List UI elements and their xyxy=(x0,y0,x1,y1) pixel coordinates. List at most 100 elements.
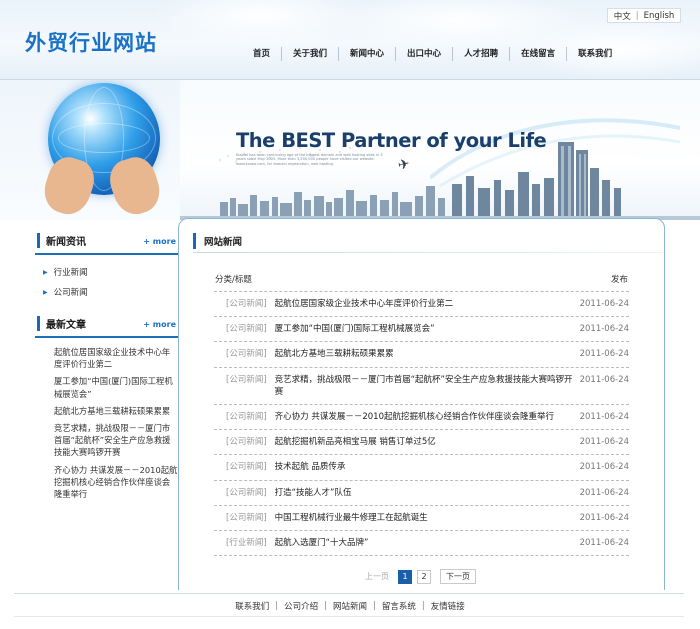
row-category[interactable]: [公司新闻] xyxy=(226,298,267,310)
news-more-link[interactable]: + more xyxy=(143,237,176,246)
row-date: 2011-06-24 xyxy=(579,538,629,549)
row-category[interactable]: [公司新闻] xyxy=(226,487,267,499)
nav-export[interactable]: 出口中心 xyxy=(396,46,452,62)
footer-separator: | xyxy=(373,601,376,611)
nav-jobs[interactable]: 人才招聘 xyxy=(453,46,509,62)
row-category[interactable]: [公司新闻] xyxy=(226,461,267,473)
row-title-link[interactable]: 起航北方基地三载耕耘硕果累累 xyxy=(275,348,394,360)
row-title-link[interactable]: 打造“技能人才”队伍 xyxy=(275,487,352,499)
category-label: 公司新闻 xyxy=(53,288,88,298)
row-date: 2011-06-24 xyxy=(579,512,629,523)
table-row[interactable]: [公司新闻] 起航挖掘机新品亮相宝马展 销售订单过5亿 2011-06-24 xyxy=(214,430,629,456)
main-nav: 首页 关于我们 新闻中心 出口中心 人才招聘 在线留言 联系我们 xyxy=(242,46,623,62)
row-date: 2011-06-24 xyxy=(579,437,629,448)
row-category[interactable]: [公司新闻] xyxy=(226,436,267,448)
banner-tagline: The BEST Partner of your Life xyxy=(236,129,547,152)
footer-separator: | xyxy=(421,601,425,611)
row-date: 2011-06-24 xyxy=(579,349,629,360)
footer-link-friends[interactable]: 友情链接 xyxy=(431,600,465,612)
main-header-divider xyxy=(193,252,663,253)
column-header-title: 分类/标题 xyxy=(215,275,252,285)
main-content-box: 网站新闻 分类/标题 发布 [公司新闻] 起航位居国家级企业技术中心年度评价行业第… xyxy=(178,218,665,590)
footer-link-news[interactable]: 网站新闻 xyxy=(333,600,367,612)
nav-contact[interactable]: 联系我们 xyxy=(567,46,623,62)
table-row[interactable]: [公司新闻] 起航北方基地三载耕耘硕果累累 2011-06-24 xyxy=(214,342,629,368)
nav-home[interactable]: 首页 xyxy=(242,46,281,62)
category-item-company[interactable]: ▶ 公司新闻 xyxy=(43,283,178,303)
nav-guestbook[interactable]: 在线留言 xyxy=(510,46,566,62)
footer-link-guestbook[interactable]: 留言系统 xyxy=(382,600,416,612)
latest-section-title: 最新文章 xyxy=(46,320,86,331)
category-label: 行业新闻 xyxy=(53,268,88,278)
latest-article-list: 起航位居国家级企业技术中心年度评价行业第二 厦工参加“中国(厦门)国际工程机械展… xyxy=(35,338,178,500)
row-category[interactable]: [公司新闻] xyxy=(226,512,267,524)
site-logo[interactable]: 外贸行业网站 xyxy=(25,27,157,57)
language-switcher: 中文 | English xyxy=(607,8,681,23)
row-category[interactable]: [公司新闻] xyxy=(226,411,267,423)
table-row[interactable]: [公司新闻] 竞艺求精，挑战极限－－厦门市首届“起航杯”安全生产应急救援技能大赛鸣… xyxy=(214,368,629,406)
table-header: 分类/标题 发布 xyxy=(214,273,629,292)
footer-link-contact[interactable]: 联系我们 xyxy=(235,600,269,612)
news-section-header: 新闻资讯 + more xyxy=(35,228,178,255)
header: 外贸行业网站 中文 | English 首页 关于我们 新闻中心 出口中心 人才… xyxy=(0,0,700,80)
row-title-link[interactable]: 起航位居国家级企业技术中心年度评价行业第二 xyxy=(275,298,454,310)
article-link[interactable]: 厦工参加“中国(厦门)国际工程机械展览会” xyxy=(54,375,178,399)
article-link[interactable]: 齐心协力 共谋发展－－2010起航挖掘机核心经销合作伙伴座谈会隆重举行 xyxy=(54,464,178,501)
footer-links: 联系我们 | 公司介绍 | 网站新闻 | 留言系统 | 友情链接 xyxy=(0,600,700,612)
section-accent-bar xyxy=(37,233,40,248)
main-section-title: 网站新闻 xyxy=(204,237,243,248)
row-title-link[interactable]: 中国工程机械行业最牛修理工在起航诞生 xyxy=(275,512,428,524)
row-title-link[interactable]: 起航入选厦门“十大品牌” xyxy=(275,537,369,549)
table-row[interactable]: [公司新闻] 齐心协力 共谋发展－－2010起航挖掘机核心经销合作伙伴座谈会隆重举… xyxy=(214,405,629,431)
row-category[interactable]: [行业新闻] xyxy=(226,537,267,549)
news-category-list: ▶ 行业新闻 ▶ 公司新闻 xyxy=(35,255,178,307)
category-item-industry[interactable]: ▶ 行业新闻 xyxy=(43,263,178,283)
prev-page-link[interactable]: 上一页 xyxy=(365,571,389,582)
table-row[interactable]: [公司新闻] 厦工参加“中国(厦门)国际工程机械展览会” 2011-06-24 xyxy=(214,317,629,343)
table-row[interactable]: [公司新闻] 打造“技能人才”队伍 2011-06-24 xyxy=(214,481,629,506)
row-category[interactable]: [公司新闻] xyxy=(226,348,267,360)
row-category[interactable]: [公司新闻] xyxy=(226,374,267,398)
main-section-header: 网站新闻 xyxy=(193,230,653,252)
footer-separator: | xyxy=(275,601,279,611)
page-2-button[interactable]: 2 xyxy=(417,569,431,584)
row-title-link[interactable]: 齐心协力 共谋发展－－2010起航挖掘机核心经销合作伙伴座谈会隆重举行 xyxy=(275,411,554,423)
banner-left-panel xyxy=(0,80,180,220)
page: 外贸行业网站 中文 | English 首页 关于我们 新闻中心 出口中心 人才… xyxy=(0,0,700,629)
row-title-link[interactable]: 竞艺求精，挑战极限－－厦门市首届“起航杯”安全生产应急救援技能大赛鸣锣开赛 xyxy=(275,374,580,398)
lang-en-link[interactable]: English xyxy=(644,11,675,21)
arrow-right-icon: ▶ xyxy=(43,289,48,296)
nav-about[interactable]: 关于我们 xyxy=(282,46,338,62)
row-title-link[interactable]: 技术起航 品质传承 xyxy=(275,461,346,473)
table-row[interactable]: [公司新闻] 技术起航 品质传承 2011-06-24 xyxy=(214,455,629,481)
page-1-button[interactable]: 1 xyxy=(398,569,412,584)
news-section-title: 新闻资讯 xyxy=(46,237,86,248)
table-row[interactable]: [公司新闻] 中国工程机械行业最牛修理工在起航诞生 2011-06-24 xyxy=(214,506,629,532)
footer-bottom-divider xyxy=(14,616,684,617)
row-title-link[interactable]: 起航挖掘机新品亮相宝马展 销售订单过5亿 xyxy=(275,436,436,448)
nav-news[interactable]: 新闻中心 xyxy=(339,46,395,62)
table-row[interactable]: [行业新闻] 起航入选厦门“十大品牌” 2011-06-24 xyxy=(214,531,629,557)
section-accent-bar xyxy=(193,233,196,249)
column-header-date: 发布 xyxy=(610,275,628,285)
sidebar: 新闻资讯 + more ▶ 行业新闻 ▶ 公司新闻 最新文章 + more 起航… xyxy=(35,228,178,505)
row-date: 2011-06-24 xyxy=(579,324,629,335)
article-link[interactable]: 起航北方基地三载耕耘硕果累累 xyxy=(54,405,178,417)
section-accent-bar xyxy=(37,316,40,331)
arrow-right-icon: ▶ xyxy=(43,269,48,276)
footer-link-about[interactable]: 公司介绍 xyxy=(284,600,318,612)
lang-zh-link[interactable]: 中文 xyxy=(614,10,631,22)
article-link[interactable]: 起航位居国家级企业技术中心年度评价行业第二 xyxy=(54,346,178,370)
banner-subtext: Kiaolai has been continuing one of the b… xyxy=(236,153,383,166)
table-row[interactable]: [公司新闻] 起航位居国家级企业技术中心年度评价行业第二 2011-06-24 xyxy=(214,292,629,318)
next-page-button[interactable]: 下一页 xyxy=(440,569,476,584)
row-title-link[interactable]: 厦工参加“中国(厦门)国际工程机械展览会” xyxy=(275,323,435,335)
latest-section-header: 最新文章 + more xyxy=(35,311,178,338)
footer-separator: | xyxy=(324,601,327,611)
article-link[interactable]: 竞艺求精，挑战极限－－厦门市首届“起航杯”安全生产应急救援技能大赛鸣锣开赛 xyxy=(54,422,178,459)
banner: The BEST Partner of your Life Kiaolai ha… xyxy=(0,80,700,220)
row-date: 2011-06-24 xyxy=(579,374,629,385)
row-category[interactable]: [公司新闻] xyxy=(226,323,267,335)
latest-more-link[interactable]: + more xyxy=(143,320,176,329)
news-table: 分类/标题 发布 [公司新闻] 起航位居国家级企业技术中心年度评价行业第二 201… xyxy=(214,273,629,557)
